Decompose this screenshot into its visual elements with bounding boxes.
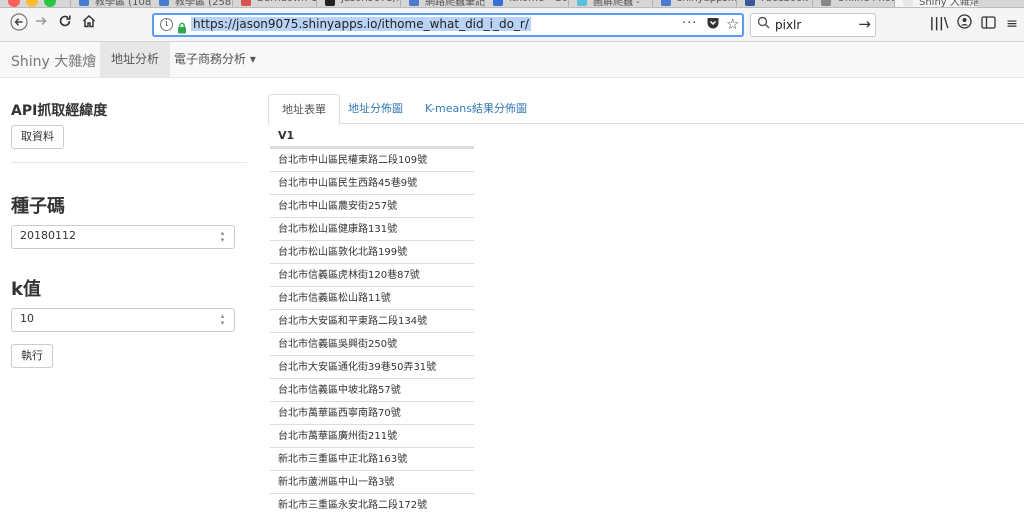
browser-tab[interactable]: Facebook [736, 0, 812, 7]
tab-favicon-icon [159, 0, 169, 6]
pocket-icon[interactable] [706, 16, 720, 34]
seed-input-field[interactable] [20, 229, 210, 242]
table-row: 台北市信義區松山路11號 [270, 286, 474, 309]
browser-tab[interactable]: 教學區 (108) [70, 0, 150, 8]
browser-tab-title: 圖解爬蟲 - [593, 0, 640, 8]
browser-tab[interactable]: jason9075/i [316, 0, 400, 7]
forward-arrow-icon[interactable] [30, 13, 52, 35]
browser-tab[interactable]: 網路爬蟲筆記 [400, 0, 484, 8]
k-value-input[interactable]: ▴▾ [11, 308, 235, 332]
browser-tab-title: Burndown C [257, 0, 316, 4]
maximize-window-icon[interactable] [44, 0, 56, 7]
table-row: 台北市松山區健康路131號 [270, 217, 474, 240]
table-header: V1 [270, 124, 474, 148]
browser-tab-title: 教學區 (258) [175, 0, 232, 8]
seed-spinner-icon[interactable]: ▴ ▾ [219, 230, 226, 244]
table-row: 台北市信義區吳興街250號 [270, 332, 474, 355]
nav-tab-address-analysis[interactable]: 地址分析 [100, 42, 171, 77]
table-row: 台北市大安區通化街39巷50弄31號 [270, 355, 474, 378]
table-row: 新北市蘆洲區中山一路3號 [270, 470, 474, 493]
browser-tab-title: Facebook [761, 0, 808, 4]
table-row: 台北市中山區民生西路45巷9號 [270, 171, 474, 194]
table-row: 新北市三重區永安北路二段172號 [270, 493, 474, 516]
search-input[interactable]: pixlr [775, 18, 801, 32]
table-row: 台北市大安區和平東路二段134號 [270, 309, 474, 332]
run-button[interactable]: 執行 [11, 344, 53, 368]
sidebar-panel: API抓取經緯度 取資料 種子碼 ▴▾ k值 ▴▾ 執行 [0, 78, 260, 506]
browser-tab-title: shinyapps.io [677, 0, 736, 4]
browser-tab[interactable]: 圖解爬蟲 - [568, 0, 652, 8]
browser-tab[interactable]: Burndown C [232, 0, 316, 7]
k-value-heading: k值 [11, 279, 41, 300]
search-icon [757, 16, 770, 33]
fetch-data-button[interactable]: 取資料 [11, 125, 64, 149]
browser-tab-title: ithome - Go [509, 0, 568, 4]
nav-tab-ecommerce-analysis[interactable]: 電子商務分析 ▾ [163, 42, 267, 77]
app-brand[interactable]: Shiny 大雜燴 [11, 51, 96, 71]
tab-favicon-icon [821, 0, 831, 6]
table-row: 新北市三重區中正北路163號 [270, 447, 474, 470]
tab-favicon-icon [745, 0, 755, 6]
menu-icon[interactable]: ≡ [1001, 13, 1023, 35]
browser-tab[interactable]: shinyapps.io [652, 0, 736, 7]
reload-icon[interactable] [54, 13, 76, 35]
k-value-spinner-icon[interactable]: ▴ ▾ [219, 313, 226, 327]
browser-tab-title: 網路爬蟲筆記 [425, 0, 484, 8]
tab-favicon-icon [661, 0, 671, 6]
browser-tab[interactable]: Shiny 大雜燴 [894, 0, 978, 8]
browser-toolbar: i https://jason9075.shinyapps.io/ithome_… [0, 8, 1024, 42]
tab-favicon-icon [903, 0, 913, 6]
sidebar-toggle-icon[interactable] [977, 13, 999, 35]
browser-tab-title: jason9075/i [341, 0, 399, 4]
url-text[interactable]: https://jason9075.shinyapps.io/ithome_wh… [191, 17, 531, 31]
tab-address-table[interactable]: 地址表單 [268, 94, 340, 125]
browser-tab[interactable]: Online Photo [812, 0, 894, 7]
minimize-window-icon[interactable] [26, 0, 38, 7]
search-go-arrow-icon[interactable]: → [858, 15, 871, 33]
table-row: 台北市信義區中坡北路57號 [270, 378, 474, 401]
library-icon[interactable]: |||\ [928, 13, 950, 35]
search-box[interactable]: pixlr → [750, 13, 876, 37]
browser-tab-title: Shiny 大雜燴 [919, 0, 978, 8]
info-icon[interactable]: i [160, 18, 173, 31]
panel-tabs: 地址表單 地址分佈圖 K-means結果分佈圖 [268, 94, 1024, 125]
api-geocode-heading: API抓取經緯度 [11, 103, 108, 119]
account-icon[interactable] [953, 13, 975, 35]
divider [11, 162, 247, 163]
table-row: 台北市信義區虎林街120巷87號 [270, 263, 474, 286]
browser-tab-title: Online Photo [837, 0, 894, 4]
table-row: 台北市中山區農安街257號 [270, 194, 474, 217]
browser-tab-title: 教學區 (108) [95, 0, 150, 8]
seed-heading: 種子碼 [11, 196, 65, 217]
back-arrow-icon[interactable] [8, 13, 30, 35]
tab-favicon-icon [325, 0, 335, 6]
address-bar[interactable]: i https://jason9075.shinyapps.io/ithome_… [152, 13, 744, 37]
table-row: 台北市中山區民權東路二段109號 [270, 148, 474, 171]
k-value-input-field[interactable] [20, 312, 210, 325]
tab-favicon-icon [79, 0, 89, 6]
tab-favicon-icon [409, 0, 419, 6]
table-row: 台北市松山區敦化北路199號 [270, 240, 474, 263]
browser-tab[interactable]: 教學區 (258) [150, 0, 232, 8]
tab-favicon-icon [241, 0, 251, 6]
page-actions-icon[interactable]: ··· [682, 16, 697, 31]
main-panel: 地址表單 地址分佈圖 K-means結果分佈圖 V1 台北市中山區民權東路二段1… [268, 78, 1024, 511]
close-window-icon[interactable] [8, 0, 20, 7]
seed-input[interactable]: ▴▾ [11, 225, 235, 249]
address-table: V1 台北市中山區民權東路二段109號 台北市中山區民生西路45巷9號 台北市中山區… [270, 124, 474, 516]
browser-tab[interactable]: ithome - Go [484, 0, 568, 7]
table-row: 台北市萬華區廣州街211號 [270, 424, 474, 447]
bookmark-star-icon[interactable]: ☆ [726, 15, 739, 33]
tab-address-map[interactable]: 地址分佈圖 [335, 94, 416, 125]
browser-tab-strip: 教學區 (108) 教學區 (258) Burndown C jason9075/i 網… [0, 0, 1024, 8]
app-navbar: Shiny 大雜燴 地址分析 電子商務分析 ▾ [0, 42, 1024, 78]
lock-icon [177, 19, 187, 34]
table-row: 台北市萬華區西寧南路70號 [270, 401, 474, 424]
home-icon[interactable] [78, 13, 100, 35]
tab-favicon-icon [577, 0, 587, 6]
tab-favicon-icon [493, 0, 503, 6]
tab-kmeans-map[interactable]: K-means結果分佈圖 [412, 94, 540, 125]
